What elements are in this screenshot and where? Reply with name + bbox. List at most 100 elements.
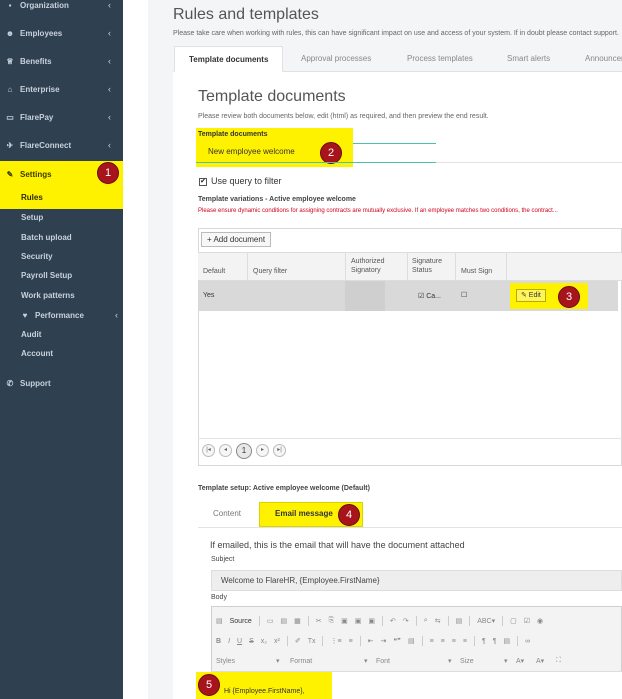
superscript-icon[interactable]: x² xyxy=(274,638,280,645)
pager-next-button[interactable]: ▸ xyxy=(256,444,269,457)
tab-template-documents[interactable]: Template documents xyxy=(174,46,284,72)
field-underline xyxy=(353,143,436,144)
col-authorized-signatory[interactable]: Authorized Signatory xyxy=(351,257,401,275)
pager-first-button[interactable]: |◂ xyxy=(202,444,215,457)
form-icon[interactable]: ▢ xyxy=(510,617,517,625)
checkbox-icon[interactable]: ☑ xyxy=(524,617,530,625)
redo-icon[interactable]: ↷ xyxy=(403,617,409,625)
col-default[interactable]: Default xyxy=(203,267,225,276)
print-icon[interactable]: ▦ xyxy=(294,617,301,625)
link-icon[interactable]: ∞ xyxy=(525,638,530,645)
nav-performance[interactable]: ♥ Performance ‹ xyxy=(18,304,123,326)
find-icon[interactable]: ⌕ xyxy=(424,617,428,625)
radio-icon[interactable]: ◉ xyxy=(537,617,543,625)
col-must-sign[interactable]: Must Sign xyxy=(461,267,492,276)
pager-page-1[interactable]: 1 xyxy=(236,443,252,459)
tab-smart-alerts[interactable]: Smart alerts xyxy=(507,46,550,72)
nav-organization[interactable]: ▪ Organization ‹ xyxy=(0,0,123,16)
italic-icon[interactable]: I xyxy=(228,638,230,645)
edit-button[interactable]: ✎ Edit xyxy=(516,289,546,302)
bold-icon[interactable]: B xyxy=(216,638,221,645)
remove-format-icon[interactable]: Tx xyxy=(308,638,316,645)
pager-prev-button[interactable]: ◂ xyxy=(219,444,232,457)
col-signature-status[interactable]: Signature Status xyxy=(412,257,452,275)
outdent-icon[interactable]: ⇤ xyxy=(368,637,374,645)
blockquote-icon[interactable]: ❝❞ xyxy=(393,637,401,645)
align-right-icon[interactable]: ≡ xyxy=(452,638,456,645)
background-color-icon[interactable]: A▾ xyxy=(536,657,556,665)
replace-icon[interactable]: ⇆ xyxy=(435,617,441,625)
font-dropdown[interactable]: Font xyxy=(376,658,448,665)
select-all-icon[interactable]: ▤ xyxy=(456,617,463,625)
strike-icon[interactable]: S xyxy=(249,638,254,645)
text-color-icon[interactable]: A▾ xyxy=(516,657,536,665)
template-documents-label: Template documents xyxy=(198,131,268,138)
nav-enterprise[interactable]: ⌂ Enterprise ‹ xyxy=(0,78,123,100)
section-description: Please review both documents below, edit… xyxy=(198,113,489,120)
editor-toolbar-row-2: B I U S x₂ x² ✐ Tx ⋮≡ ≡ ⇤ ⇥ ❝❞ ▤ ≡ ≡ ≡ ≡… xyxy=(216,634,622,648)
nav-setup[interactable]: Setup xyxy=(21,213,43,222)
nav-account[interactable]: Account xyxy=(21,349,53,358)
money-icon: ▭ xyxy=(6,112,14,122)
underline-icon[interactable]: U xyxy=(237,638,242,645)
language-icon[interactable]: ▤ xyxy=(503,637,510,645)
nav-rules[interactable]: Rules xyxy=(21,193,43,202)
nav-security[interactable]: Security xyxy=(21,252,53,261)
spellcheck-icon[interactable]: ABC▾ xyxy=(477,617,495,625)
bulleted-list-icon[interactable]: ≡ xyxy=(349,638,353,645)
paste-text-icon[interactable]: ▣ xyxy=(355,617,362,625)
nav-flarepay[interactable]: ▭ FlarePay ‹ xyxy=(0,106,123,128)
chevron-left-icon: ‹ xyxy=(108,28,111,38)
nav-benefits[interactable]: ♕ Benefits ‹ xyxy=(0,50,123,72)
align-center-icon[interactable]: ≡ xyxy=(441,638,445,645)
tab-approval-processes[interactable]: Approval processes xyxy=(301,46,371,72)
chevron-down-icon: ▾ xyxy=(276,658,280,665)
styles-dropdown[interactable]: Styles xyxy=(216,658,276,665)
copy-format-icon[interactable]: ✐ xyxy=(295,637,301,645)
toolbar-source-button[interactable]: Source xyxy=(230,618,252,625)
field-divider xyxy=(436,162,622,163)
nav-support[interactable]: ✆ Support xyxy=(0,372,123,394)
copy-icon[interactable]: ⎘ xyxy=(329,617,335,625)
cut-icon[interactable]: ✂ xyxy=(316,617,322,625)
undo-icon[interactable]: ↶ xyxy=(390,617,396,625)
nav-employees[interactable]: ☻ Employees ‹ xyxy=(0,22,123,44)
nav-audit[interactable]: Audit xyxy=(21,330,41,339)
template-documents-select[interactable]: New employee welcome xyxy=(208,147,295,156)
subject-input[interactable]: Welcome to FlareHR, {Employee.FirstName} xyxy=(211,570,622,591)
tab-process-templates[interactable]: Process templates xyxy=(407,46,473,72)
rtl-icon[interactable]: ¶ xyxy=(493,638,497,645)
save-icon[interactable]: ▤ xyxy=(280,617,287,625)
subtab-content[interactable]: Content xyxy=(213,509,241,518)
tab-announcements[interactable]: Announcements xyxy=(585,46,622,72)
size-dropdown[interactable]: Size xyxy=(460,658,504,665)
cell-must-sign[interactable]: ☐ xyxy=(461,291,467,299)
format-dropdown[interactable]: Format xyxy=(290,658,364,665)
annotation-badge-4: 4 xyxy=(338,504,360,526)
nav-flareconnect[interactable]: ✈ FlareConnect ‹ xyxy=(0,134,123,156)
subscript-icon[interactable]: x₂ xyxy=(261,638,267,645)
align-left-icon[interactable]: ≡ xyxy=(430,638,434,645)
subtab-email-message[interactable]: Email message xyxy=(275,509,333,518)
nav-batch-upload[interactable]: Batch upload xyxy=(21,233,72,242)
nav-work-patterns[interactable]: Work patterns xyxy=(21,291,75,300)
new-page-icon[interactable]: ▭ xyxy=(267,617,274,625)
pager-last-button[interactable]: ▸| xyxy=(273,444,286,457)
indent-icon[interactable]: ⇥ xyxy=(381,637,387,645)
editor-toolbar-row-1: ▤ Source ▭ ▤ ▦ ✂ ⎘ ▣ ▣ ▣ ↶ ↷ ⌕ ⇆ ▤ ABC▾ … xyxy=(216,614,622,628)
nav-payroll-setup[interactable]: Payroll Setup xyxy=(21,271,72,280)
toolbar-separator xyxy=(359,636,361,646)
maximize-icon[interactable]: ⛶ xyxy=(556,657,568,665)
heart-icon: ♥ xyxy=(22,310,28,320)
col-query-filter[interactable]: Query filter xyxy=(253,267,287,276)
paste-icon[interactable]: ▣ xyxy=(341,617,348,625)
paste-word-icon[interactable]: ▣ xyxy=(368,617,375,625)
justify-icon[interactable]: ≡ xyxy=(463,638,467,645)
use-query-checkbox[interactable]: ✔ xyxy=(199,178,207,186)
numbered-list-icon[interactable]: ⋮≡ xyxy=(330,637,341,645)
add-document-button[interactable]: + Add document xyxy=(201,232,272,247)
toolbar-separator xyxy=(382,616,384,626)
div-icon[interactable]: ▤ xyxy=(408,637,415,645)
ltr-icon[interactable]: ¶ xyxy=(482,638,486,645)
warning-text: Please ensure dynamic conditions for ass… xyxy=(198,208,558,214)
